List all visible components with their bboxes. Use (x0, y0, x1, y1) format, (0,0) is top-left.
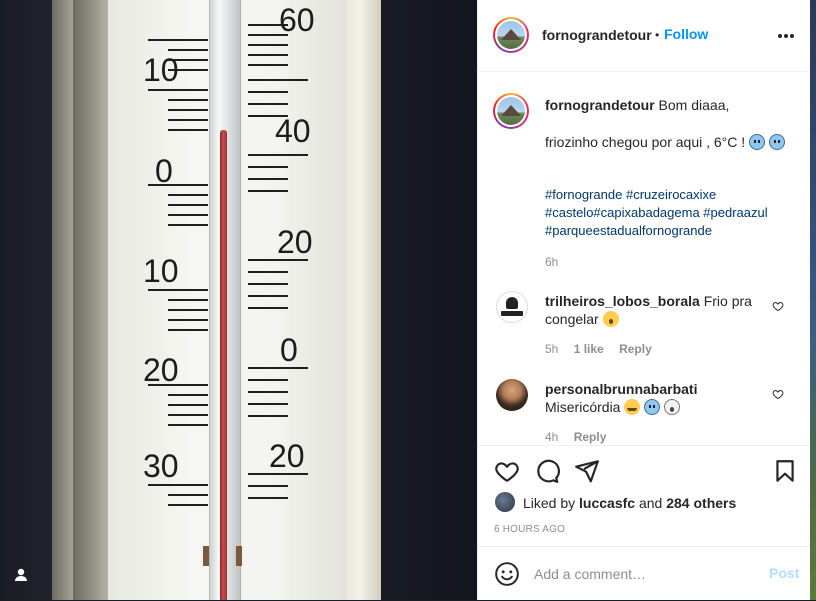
scale-label-left: 20 (143, 352, 179, 388)
header-separator: • (655, 28, 660, 42)
scale-label-right: 0 (280, 332, 298, 368)
scale-label-left: 10 (143, 52, 179, 88)
post-comment-button[interactable]: Post (769, 565, 799, 581)
post-photo[interactable]: 10 0 10 20 30 60 40 20 0 20 (0, 0, 477, 600)
scale-label-right: 40 (275, 113, 311, 149)
post-actions: Liked by luccasfc and 284 others 6 HOURS… (478, 445, 811, 546)
profile-avatar[interactable] (493, 17, 529, 53)
caption-username[interactable]: fornograndetour (545, 97, 655, 113)
cold-face-emoji (749, 134, 766, 150)
post-header: fornograndetour • Follow (478, 0, 811, 72)
follow-button[interactable]: Follow (664, 26, 708, 42)
hashtag-link[interactable]: #castelo (545, 205, 593, 220)
caption-line-1: Bom diaaa, (658, 97, 730, 113)
comment-message: Misericórdia (545, 399, 621, 415)
background-page-edge (810, 0, 816, 600)
comment-text: trilheiros_lobos_borala Frio pra congela… (545, 292, 765, 328)
board-shadow (73, 0, 113, 600)
comment-meta: 4h Reply (545, 430, 606, 444)
thermometer-mercury (220, 130, 227, 600)
hashtag-link[interactable]: #pedraazul (703, 205, 767, 220)
comment-meta: 5h 1 like Reply (545, 342, 652, 356)
likes-and: and (638, 495, 663, 511)
comment-avatar[interactable] (496, 291, 528, 323)
user-tags-icon[interactable] (12, 566, 30, 584)
scale-label-right: 20 (269, 438, 305, 474)
reply-button[interactable]: Reply (619, 342, 652, 356)
share-paper-plane-icon[interactable] (574, 458, 600, 484)
caption-time[interactable]: 6h (545, 255, 558, 269)
likes-others[interactable]: 284 others (666, 495, 736, 511)
hashtag-link[interactable]: #capixabadagema (593, 205, 699, 220)
like-comment-heart-icon[interactable] (772, 300, 784, 312)
caption-hashtags: #fornogrande #cruzeirocaxixe #castelo#ca… (545, 186, 795, 240)
liked-by-user[interactable]: luccasfc (579, 495, 635, 511)
emoji-smile-icon[interactable] (494, 561, 520, 587)
scale-label-right: 20 (277, 224, 313, 260)
header-username[interactable]: fornograndetour (542, 27, 652, 43)
scale-label-left: 10 (143, 253, 179, 289)
caption-line-2: friozinho chegou por aqui , 6°C ! (545, 134, 746, 150)
likes-summary: Liked by luccasfc and 284 others (523, 495, 736, 511)
hashtag-link[interactable]: #parqueestadualfornogrande (545, 223, 712, 238)
scale-label-right: 60 (279, 2, 315, 38)
cold-face-emoji (768, 134, 785, 150)
likes-prefix: Liked by (523, 495, 576, 511)
screaming-emoji (664, 399, 681, 415)
board-edge (345, 0, 381, 600)
comment-time[interactable]: 5h (545, 342, 558, 356)
hashtag-link[interactable]: #fornogrande (545, 187, 622, 202)
post-timestamp[interactable]: 6 HOURS AGO (494, 524, 565, 535)
cold-face-emoji (644, 399, 661, 415)
comment-bubble-icon[interactable] (534, 458, 560, 484)
like-heart-icon[interactable] (494, 458, 520, 484)
add-comment-bar: Post (478, 546, 811, 601)
comments-list[interactable]: fornograndetour Bom diaaa, friozinho che… (478, 72, 811, 444)
like-comment-heart-icon[interactable] (772, 388, 784, 400)
comment-username[interactable]: trilheiros_lobos_borala (545, 293, 700, 309)
comment-username[interactable]: personalbrunnabarbati (545, 381, 697, 397)
scale-label-left: 0 (155, 153, 173, 189)
hashtag-link[interactable]: #cruzeirocaxixe (626, 187, 716, 202)
save-bookmark-icon[interactable] (772, 458, 798, 484)
scale-label-left: 30 (143, 448, 179, 484)
comment-time[interactable]: 4h (545, 430, 558, 444)
tube-clip (203, 546, 209, 566)
comment-text: personalbrunnabarbati Misericórdia (545, 380, 765, 416)
reply-button[interactable]: Reply (574, 430, 607, 444)
liked-by-avatar[interactable] (495, 492, 515, 512)
caption: fornograndetour Bom diaaa, friozinho che… (545, 96, 795, 151)
comment-likes[interactable]: 1 like (574, 342, 604, 356)
post-side-panel: fornograndetour • Follow fornograndetour… (477, 0, 811, 600)
astonished-emoji (602, 311, 619, 327)
caption-avatar[interactable] (493, 93, 529, 129)
grinning-sweat-emoji (624, 399, 641, 415)
comment-avatar[interactable] (496, 379, 528, 411)
tube-clip (236, 546, 242, 566)
comment-input[interactable] (534, 563, 754, 585)
more-options-icon[interactable] (778, 34, 794, 38)
